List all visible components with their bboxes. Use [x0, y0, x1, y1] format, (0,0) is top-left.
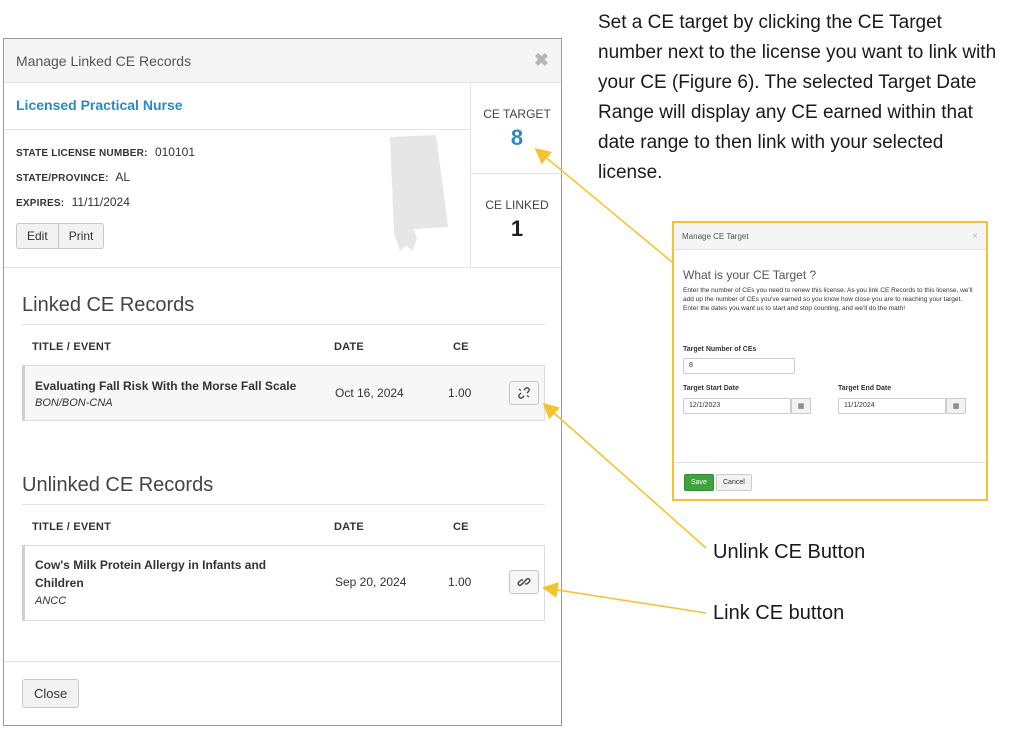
- modal-title: Manage Linked CE Records: [16, 52, 192, 69]
- calendar-icon[interactable]: ▦: [791, 398, 811, 414]
- state-value: AL: [115, 170, 130, 184]
- record-date: Oct 16, 2024: [335, 386, 404, 400]
- edit-button[interactable]: Edit: [16, 223, 59, 249]
- expires-value: 11/11/2024: [71, 195, 130, 209]
- column-header-date: DATE: [334, 341, 364, 353]
- calendar-icon[interactable]: ▦: [946, 398, 966, 414]
- link-icon: [517, 578, 531, 586]
- close-button[interactable]: Close: [22, 679, 80, 708]
- close-icon[interactable]: ×: [972, 231, 978, 242]
- linked-section-title: Linked CE Records: [22, 294, 195, 316]
- record-provider: BON/BON-CNA: [35, 397, 113, 409]
- linked-record-row: Evaluating Fall Risk With the Morse Fall…: [22, 365, 545, 421]
- target-number-label: Target Number of CEs: [683, 346, 757, 353]
- ce-target-value[interactable]: 8: [511, 125, 523, 151]
- divider: [4, 129, 470, 130]
- license-card: Licensed Practical Nurse STATE LICENSE N…: [4, 83, 563, 268]
- license-actions: Edit Print: [16, 223, 105, 249]
- close-icon[interactable]: ✖: [534, 50, 549, 71]
- manage-linked-ce-modal: Manage Linked CE Records ✖ Licensed Prac…: [3, 38, 563, 726]
- link-ce-button[interactable]: [509, 570, 539, 594]
- unlink-callout-label: Unlink CE Button: [713, 541, 866, 563]
- record-ce: 1.00: [448, 386, 472, 400]
- unlinked-record-row: Cow's Milk Protein Allergy in Infants an…: [22, 545, 545, 621]
- record-ce: 1.00: [448, 575, 472, 589]
- ce-target-stat: CE TARGET 8: [471, 83, 563, 174]
- state-row: STATE/PROVINCE: AL: [16, 170, 130, 184]
- print-button[interactable]: Print: [58, 223, 105, 249]
- column-header-ce: CE: [453, 521, 469, 533]
- mini-dialog-description: Enter the number of CEs you need to rene…: [683, 287, 973, 312]
- alabama-state-icon: [390, 135, 448, 251]
- record-provider: ANCC: [35, 595, 67, 607]
- ce-linked-stat: CE LINKED 1: [471, 174, 563, 265]
- target-number-input[interactable]: 8: [683, 358, 795, 374]
- divider: [674, 462, 986, 463]
- license-number-row: STATE LICENSE NUMBER: 010101: [16, 145, 195, 159]
- license-number-value: 010101: [154, 145, 195, 159]
- mini-dialog-heading: What is your CE Target ?: [683, 268, 817, 282]
- record-title-line1: Cow's Milk Protein Allergy in Infants an…: [35, 558, 267, 572]
- record-title-line2: Children: [35, 576, 84, 590]
- unlink-ce-button[interactable]: [509, 381, 539, 405]
- record-title: Evaluating Fall Risk With the Morse Fall…: [35, 379, 297, 393]
- unlinked-section-title: Unlinked CE Records: [22, 474, 214, 496]
- divider: [22, 324, 545, 325]
- divider: [4, 661, 561, 662]
- start-date-label: Target Start Date: [683, 385, 739, 392]
- column-header-title: TITLE / EVENT: [32, 521, 111, 533]
- save-button[interactable]: Save: [684, 474, 714, 491]
- ce-linked-value: 1: [510, 216, 524, 241]
- license-number-label: STATE LICENSE NUMBER:: [16, 148, 148, 159]
- end-date-input[interactable]: 11/1/2024: [838, 398, 946, 414]
- record-date: Sep 20, 2024: [335, 575, 407, 589]
- license-name[interactable]: Licensed Practical Nurse: [16, 97, 183, 113]
- unlink-icon: [518, 387, 530, 399]
- cancel-button[interactable]: Cancel: [716, 474, 752, 491]
- state-label: STATE/PROVINCE:: [16, 173, 109, 184]
- ce-linked-label: CE LINKED: [485, 198, 549, 212]
- manage-ce-target-dialog: Manage CE Target × What is your CE Targe…: [672, 221, 988, 501]
- end-date-label: Target End Date: [838, 385, 892, 392]
- mini-dialog-header: Manage CE Target ×: [674, 223, 986, 250]
- link-callout-label: Link CE button: [713, 602, 845, 624]
- start-date-input[interactable]: 12/1/2023: [683, 398, 791, 414]
- ce-stats: CE TARGET 8 CE LINKED 1: [470, 83, 563, 267]
- column-header-title: TITLE / EVENT: [32, 341, 111, 353]
- column-header-date: DATE: [334, 521, 364, 533]
- ce-target-label: CE TARGET: [483, 107, 551, 121]
- expires-row: EXPIRES: 11/11/2024: [16, 195, 130, 209]
- modal-header: Manage Linked CE Records ✖: [4, 39, 561, 83]
- link-arrow: [541, 582, 707, 614]
- mini-dialog-title: Manage CE Target: [682, 231, 749, 241]
- column-header-ce: CE: [453, 341, 469, 353]
- instruction-text: Set a CE target by clicking the CE Targe…: [598, 12, 997, 183]
- license-details: Licensed Practical Nurse STATE LICENSE N…: [4, 83, 470, 267]
- divider: [22, 504, 545, 505]
- expires-label: EXPIRES:: [16, 198, 65, 209]
